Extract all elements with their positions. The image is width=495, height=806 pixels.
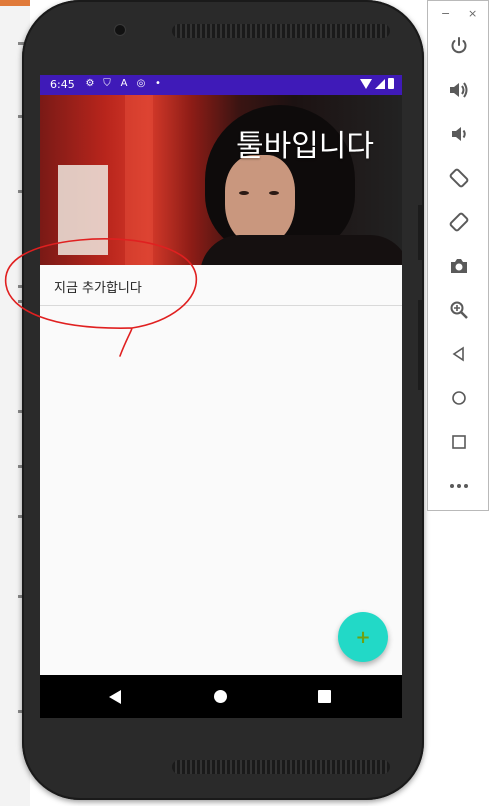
home-icon[interactable] (441, 380, 477, 416)
shield-notification-icon: ⛉ (103, 78, 111, 89)
device-screen: 6:45 ⚙ ⛉ A ◎ • 툴바입니다 지금 추가합니다 + (40, 75, 402, 718)
front-camera-icon (114, 24, 126, 36)
emulator-side-panel: − × (427, 0, 489, 511)
toolbar-title: 툴바입니다 (236, 129, 374, 164)
status-bar: 6:45 ⚙ ⛉ A ◎ • (40, 75, 402, 95)
back-icon[interactable] (441, 336, 477, 372)
minimize-icon[interactable]: − (441, 7, 450, 20)
volume-down-icon[interactable] (441, 116, 477, 152)
battery-icon (388, 78, 394, 89)
power-icon[interactable] (441, 28, 477, 64)
rotate-right-icon[interactable] (441, 204, 477, 240)
overview-icon[interactable] (441, 424, 477, 460)
rotate-left-icon[interactable] (441, 160, 477, 196)
navigation-bar (40, 675, 402, 718)
red-circle-annotation (4, 237, 198, 357)
a-notification-icon: A (120, 78, 128, 89)
nav-back-icon[interactable] (109, 690, 121, 704)
nav-home-icon[interactable] (214, 690, 227, 703)
volume-up-icon[interactable] (441, 72, 477, 108)
toolbar-image-coat (200, 235, 402, 265)
sync-notification-icon: ◎ (136, 78, 146, 89)
wifi-icon (360, 78, 372, 89)
system-status-icons (360, 78, 394, 89)
status-time: 6:45 (50, 78, 75, 91)
dot-notification-icon: • (155, 78, 161, 89)
zoom-icon[interactable] (441, 292, 477, 328)
camera-icon[interactable] (441, 248, 477, 284)
toolbar-image-face (225, 155, 295, 245)
settings-notification-icon: ⚙ (85, 78, 95, 89)
close-icon[interactable]: × (468, 7, 477, 20)
toolbar-image-eye (269, 191, 279, 195)
add-fab-button[interactable]: + (338, 612, 388, 662)
more-icon[interactable] (441, 468, 477, 504)
host-window-edge (0, 0, 30, 6)
nav-recents-icon[interactable] (318, 690, 331, 703)
power-side-button[interactable] (418, 205, 422, 260)
plus-icon: + (355, 626, 371, 648)
bottom-speaker (172, 760, 390, 774)
signal-icon (375, 78, 385, 89)
volume-side-button[interactable] (418, 300, 422, 390)
toolbar-image-eye (239, 191, 249, 195)
top-speaker (172, 24, 390, 38)
notification-icons: ⚙ ⛉ A ◎ • (84, 77, 164, 90)
